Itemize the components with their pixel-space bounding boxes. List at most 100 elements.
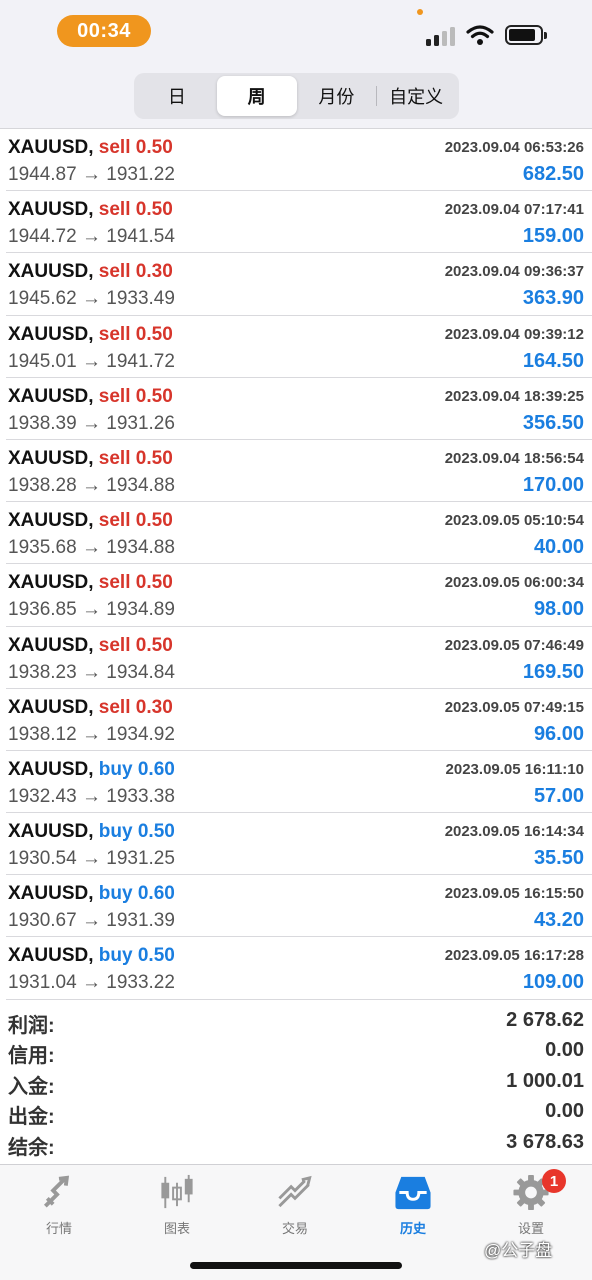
trade-time: 2023.09.05 16:11:10 — [445, 760, 584, 778]
trade-side: buy — [98, 821, 133, 843]
trade-symbol: XAUUSD, — [8, 945, 94, 967]
trade-title: XAUUSD, sell 0.50 — [8, 199, 173, 221]
arrow-icon: → — [81, 910, 101, 932]
tab-settings-label: 设置 — [517, 1221, 544, 1236]
trade-title: XAUUSD, sell 0.50 — [8, 324, 173, 346]
trade-side: buy — [98, 758, 133, 780]
trade-symbol: XAUUSD, — [8, 758, 94, 780]
close-price: 1931.26 — [106, 412, 175, 434]
trade-title: XAUUSD, sell 0.50 — [8, 386, 173, 408]
trade-side: buy — [98, 883, 133, 905]
trade-row[interactable]: XAUUSD, sell 0.50 2023.09.04 07:17:41 1944… — [6, 191, 592, 254]
trade-prices: 1938.23 → 1934.84 — [8, 662, 175, 684]
tab-settings[interactable]: 设置 1 — [472, 1169, 590, 1237]
trade-volume: 0.50 — [135, 634, 173, 656]
trade-title: XAUUSD, sell 0.50 — [8, 572, 173, 594]
open-price: 1945.01 — [8, 350, 77, 372]
trade-side: sell — [98, 261, 131, 283]
arrow-icon: → — [81, 661, 101, 683]
trade-row[interactable]: XAUUSD, sell 0.50 2023.09.05 06:00:34 1936… — [6, 564, 592, 627]
trade-side: sell — [98, 634, 131, 656]
trade-volume: 0.50 — [137, 945, 175, 967]
close-price: 1931.25 — [106, 848, 175, 870]
trade-symbol: XAUUSD, — [8, 385, 94, 407]
trade-row[interactable]: XAUUSD, sell 0.50 2023.09.04 06:53:26 1944… — [6, 129, 592, 192]
trade-volume: 0.50 — [135, 137, 173, 158]
summary-label: 入金: — [8, 1075, 55, 1098]
trade-time: 2023.09.05 16:15:50 — [444, 885, 584, 903]
summary-label: 结余: — [8, 1136, 55, 1159]
privacy-indicator-dot — [417, 9, 423, 15]
trade-profit: 40.00 — [533, 536, 584, 559]
trade-row[interactable]: XAUUSD, sell 0.30 2023.09.04 09:36:37 1945… — [6, 253, 592, 316]
trade-prices: 1944.72 → 1941.54 — [8, 226, 175, 248]
trade-side: sell — [98, 199, 131, 221]
trade-prices: 1944.87 → 1931.22 — [8, 164, 175, 186]
trade-time: 2023.09.04 07:17:41 — [444, 201, 584, 219]
trade-side: sell — [98, 385, 131, 407]
close-price: 1933.22 — [106, 972, 175, 994]
trade-prices: 1930.54 → 1931.25 — [8, 848, 175, 870]
tab-chart[interactable]: 图表 — [118, 1173, 236, 1237]
tab-quotes[interactable]: 行情 — [0, 1173, 118, 1237]
tab-history[interactable]: 历史 — [354, 1173, 472, 1237]
open-price: 1938.28 — [8, 474, 77, 496]
trade-row[interactable]: XAUUSD, buy 0.50 2023.09.05 16:14:34 1930.… — [6, 813, 592, 876]
trade-symbol: XAUUSD, — [8, 634, 94, 656]
trade-time: 2023.09.05 07:49:15 — [444, 698, 584, 716]
trade-row[interactable]: XAUUSD, sell 0.50 2023.09.04 09:39:12 1945… — [6, 316, 592, 378]
trade-symbol: XAUUSD, — [8, 261, 94, 283]
status-bar: 00:34 — [0, 0, 592, 64]
trade-prices: 1945.62 → 1933.49 — [8, 288, 175, 310]
tab-trade[interactable]: 交易 — [236, 1173, 354, 1237]
close-price: 1941.54 — [106, 226, 175, 248]
trade-symbol: XAUUSD, — [8, 510, 94, 532]
trade-symbol: XAUUSD, — [8, 447, 94, 469]
open-price: 1945.62 — [8, 288, 77, 310]
trade-side: sell — [98, 137, 131, 158]
trade-symbol: XAUUSD, — [8, 821, 94, 843]
segment-day[interactable]: 日 — [137, 76, 217, 116]
trade-title: XAUUSD, buy 0.50 — [8, 821, 175, 843]
open-price: 1944.87 — [8, 164, 77, 185]
trade-row[interactable]: XAUUSD, sell 0.50 2023.09.05 07:46:49 1938… — [6, 627, 592, 689]
trade-row[interactable]: XAUUSD, sell 0.50 2023.09.04 18:56:54 1938… — [6, 440, 592, 503]
trade-symbol: XAUUSD, — [8, 199, 94, 221]
trade-title: XAUUSD, sell 0.50 — [8, 448, 173, 470]
trade-prices: 1932.43 → 1933.38 — [8, 786, 175, 808]
trade-volume: 0.50 — [135, 447, 173, 469]
home-indicator[interactable] — [190, 1262, 402, 1269]
arrow-icon: → — [81, 599, 101, 621]
segment-week[interactable]: 周 — [216, 76, 297, 116]
trade-side: sell — [98, 510, 131, 532]
trade-row[interactable]: XAUUSD, sell 0.30 2023.09.05 07:49:15 1938… — [6, 689, 592, 751]
trade-time: 2023.09.05 16:14:34 — [444, 823, 584, 841]
open-price: 1932.43 — [8, 785, 77, 807]
trade-volume: 0.50 — [135, 572, 173, 594]
trade-profit: 98.00 — [533, 598, 584, 621]
trade-side: sell — [98, 447, 131, 469]
segment-custom[interactable]: 自定义 — [376, 76, 456, 116]
trade-row[interactable]: XAUUSD, buy 0.50 2023.09.05 16:17:28 1931.… — [6, 937, 592, 1000]
arrow-icon: → — [81, 350, 101, 372]
trade-profit: 35.50 — [533, 847, 584, 870]
summary-row: 结余: 3 678.63 — [0, 1128, 592, 1159]
arrow-icon: → — [81, 164, 101, 185]
arrow-icon: → — [81, 226, 101, 248]
summary-row: 利润: 2 678.62 — [0, 1006, 592, 1037]
summary-label: 出金: — [8, 1106, 55, 1129]
segment-month[interactable]: 月份 — [297, 76, 377, 116]
trade-row[interactable]: XAUUSD, sell 0.50 2023.09.05 05:10:54 1935… — [6, 502, 592, 565]
trade-row[interactable]: XAUUSD, buy 0.60 2023.09.05 16:11:10 1932.… — [6, 751, 592, 814]
trade-time: 2023.09.05 16:17:28 — [444, 947, 584, 965]
trade-time: 2023.09.04 09:36:37 — [444, 263, 584, 281]
arrow-icon: → — [81, 288, 101, 310]
trade-row[interactable]: XAUUSD, buy 0.60 2023.09.05 16:15:50 1930.… — [6, 875, 592, 938]
close-price: 1933.38 — [106, 785, 175, 807]
open-price: 1944.72 — [8, 226, 77, 248]
trade-symbol: XAUUSD, — [8, 696, 94, 718]
summary-value: 3 678.63 — [506, 1130, 584, 1153]
trade-title: XAUUSD, sell 0.50 — [8, 635, 173, 657]
trade-row[interactable]: XAUUSD, sell 0.50 2023.09.04 18:39:25 1938… — [6, 378, 592, 440]
watermark: @公子盘 — [484, 1241, 553, 1260]
